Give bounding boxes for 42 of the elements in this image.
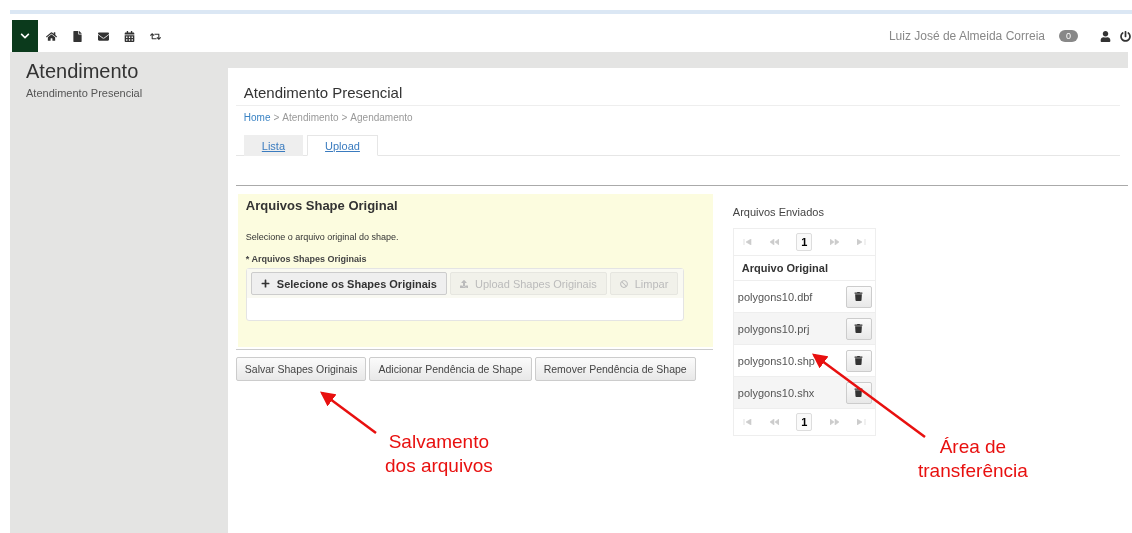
page-number-button[interactable]: 1 [796,413,813,431]
user-name: Luiz José de Almeida Correia [888,29,1045,43]
column-header: Arquivo Original [740,262,829,274]
files-title: Arquivos Enviados [732,206,825,218]
plus-icon [260,279,270,288]
breadcrumb-link[interactable]: Home [243,112,271,123]
annotation-text: Salvamento dos arquivos [385,430,493,478]
delete-button[interactable] [845,349,872,372]
select-files-button[interactable]: Selecione os Shapes Originais [250,272,447,295]
panel-description: Selecione o arquivo original do shape. [245,232,400,242]
field-label: * Arquivos Shapes Originais [245,254,368,264]
page-number-button[interactable]: 1 [796,233,813,251]
tab[interactable]: Upload [307,135,378,156]
action-button[interactable]: Adicionar Pendência de Shape [369,357,532,381]
file-name-cell-text: polygons10.shp [736,354,816,367]
annotation-text: Área de transferência [918,435,1028,483]
delete-button[interactable] [845,285,872,308]
trash-icon [854,324,864,333]
file-name-cell-text: polygons10.prj [736,322,811,335]
action-button[interactable]: Salvar Shapes Originais [235,357,367,381]
action-button[interactable]: Remover Pendência de Shape [534,357,696,381]
page-title: Atendimento Presencial [235,84,1120,106]
trash-icon [854,292,864,301]
section-subtitle: Atendimento Presencial [26,87,144,99]
section-title: Atendimento [26,60,140,83]
file-name-cell-text: polygons10.dbf [736,290,814,303]
breadcrumb-separator: > [273,112,280,123]
tab[interactable]: Lista [243,135,304,156]
chevron-down-icon [20,31,30,41]
ban-icon [619,279,628,288]
breadcrumb-separator: > [341,112,348,123]
trash-icon [854,356,864,365]
notification-badge[interactable]: 0 [1059,30,1078,42]
trash-icon [854,388,864,397]
annotation-arrow [320,391,377,434]
breadcrumb-item: Atendimento [282,112,339,123]
breadcrumb-item: Agendamento [350,112,413,123]
delete-button[interactable] [845,317,872,340]
menu-toggle-button[interactable] [12,20,38,52]
file-name-cell-text: polygons10.shx [736,386,816,399]
panel-title: Arquivos Shape Original [245,198,399,213]
upload-icon [460,279,468,288]
